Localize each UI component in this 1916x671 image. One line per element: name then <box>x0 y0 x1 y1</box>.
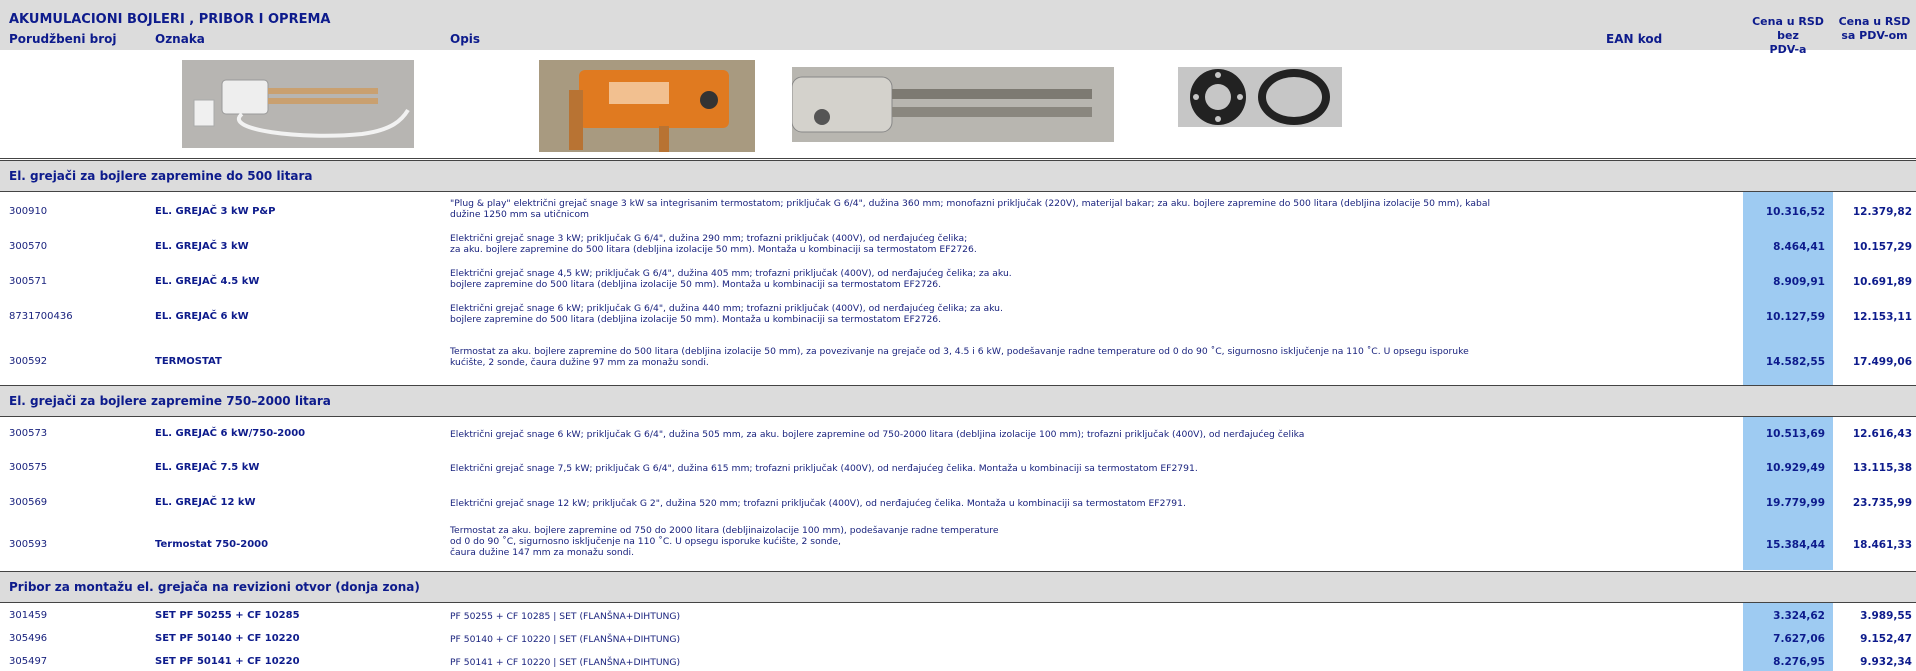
table-row: 300573 EL. GREJAČ 6 kW/750-2000 Električ… <box>0 425 1916 445</box>
order-number: 301459 <box>9 610 48 621</box>
section-header: Pribor za montažu el. grejača na revizio… <box>0 571 1916 603</box>
product-name: SET PF 50255 + CF 10285 <box>155 610 300 621</box>
price-net: 8.276,95 <box>1743 656 1833 668</box>
sheet-header: AKUMULACIONI BOJLERI , PRIBOR I OPREMA P… <box>0 0 1916 56</box>
price-gross: 3.989,55 <box>1860 610 1912 622</box>
order-number: 300570 <box>9 241 48 252</box>
product-name: SET PF 50141 + CF 10220 <box>155 656 300 667</box>
product-description: PF 50140 + CF 10220 | SET (FLANŠNA+DIHTU… <box>450 634 681 645</box>
column-description: Opis <box>450 32 481 46</box>
order-number: 305497 <box>9 656 48 667</box>
table-row: 300571 EL. GREJAČ 4.5 kW Električni grej… <box>0 268 1916 296</box>
product-description: Termostat za aku. bojlere zapremine do 5… <box>450 346 1469 368</box>
price-net: 10.316,52 <box>1743 206 1833 218</box>
column-price-net-line1: Cena u RSD bez <box>1752 15 1824 42</box>
price-gross: 17.499,06 <box>1852 356 1912 368</box>
gasket-set-image <box>1178 67 1342 127</box>
price-gross: 9.932,34 <box>1860 656 1912 668</box>
price-gross: 10.691,89 <box>1852 276 1912 288</box>
table-row: 305497 SET PF 50141 + CF 10220 PF 50141 … <box>0 655 1916 671</box>
price-gross: 12.153,11 <box>1852 311 1912 323</box>
table-row: 300592 TERMOSTAT Termostat za aku. bojle… <box>0 345 1916 379</box>
heating-rod-image <box>792 67 1114 142</box>
product-description: PF 50255 + CF 10285 | SET (FLANŠNA+DIHTU… <box>450 611 681 622</box>
column-price-gross-line2: sa PDV-om <box>1841 29 1908 42</box>
order-number: 300569 <box>9 497 48 508</box>
price-net: 15.384,44 <box>1743 539 1833 551</box>
price-net: 10.513,69 <box>1743 428 1833 440</box>
order-number: 305496 <box>9 633 48 644</box>
product-name: EL. GREJAČ 12 kW <box>155 497 256 508</box>
column-ean: EAN kod <box>1606 32 1663 46</box>
product-description: Termostat za aku. bojlere zapremine od 7… <box>450 525 999 558</box>
price-net: 3.324,62 <box>1743 610 1833 622</box>
column-price-gross: Cena u RSD sa PDV-om <box>1833 15 1916 43</box>
product-name: EL. GREJAČ 6 kW/750-2000 <box>155 428 306 439</box>
order-number: 300910 <box>9 206 48 217</box>
price-gross: 18.461,33 <box>1852 539 1912 551</box>
product-name: Termostat 750-2000 <box>155 539 269 550</box>
price-net: 7.627,06 <box>1743 633 1833 645</box>
table-row: 300569 EL. GREJAČ 12 kW Električni greja… <box>0 494 1916 514</box>
product-name: EL. GREJAČ 6 kW <box>155 311 249 322</box>
product-image-row <box>0 50 1916 159</box>
order-number: 300575 <box>9 462 48 473</box>
price-net: 8.464,41 <box>1743 241 1833 253</box>
column-label: Oznaka <box>155 32 205 46</box>
product-name: EL. GREJAČ 4.5 kW <box>155 276 260 287</box>
product-name: EL. GREJAČ 3 kW P&P <box>155 206 276 217</box>
order-number: 300571 <box>9 276 48 287</box>
price-gross: 9.152,47 <box>1860 633 1912 645</box>
price-net: 19.779,99 <box>1743 497 1833 509</box>
product-name: SET PF 50140 + CF 10220 <box>155 633 300 644</box>
price-net: 8.909,91 <box>1743 276 1833 288</box>
table-row: 300575 EL. GREJAČ 7.5 kW Električni grej… <box>0 459 1916 479</box>
product-name: EL. GREJAČ 7.5 kW <box>155 462 260 473</box>
column-price-gross-line1: Cena u RSD <box>1838 15 1911 28</box>
product-description: PF 50141 + CF 10220 | SET (FLANŠNA+DIHTU… <box>450 657 681 668</box>
product-description: Električni grejač snage 12 kW; priključa… <box>450 498 1186 509</box>
product-description: Električni grejač snage 3 kW; priključak… <box>450 233 977 255</box>
order-number: 300592 <box>9 356 48 367</box>
price-gross: 12.616,43 <box>1852 428 1912 440</box>
price-gross: 12.379,82 <box>1852 206 1912 218</box>
section-header: El. grejači za bojlere zapremine 750–200… <box>0 385 1916 417</box>
product-description: Električni grejač snage 7,5 kW; priključ… <box>450 463 1198 474</box>
order-number: 8731700436 <box>9 311 73 322</box>
product-description: Električni grejač snage 6 kW; priključak… <box>450 429 1305 440</box>
table-row: 301459 SET PF 50255 + CF 10285 PF 50255 … <box>0 609 1916 625</box>
table-row: 300570 EL. GREJAČ 3 kW Električni grejač… <box>0 233 1916 261</box>
price-net: 10.929,49 <box>1743 462 1833 474</box>
table-row: 300910 EL. GREJAČ 3 kW P&P "Plug & play"… <box>0 198 1916 226</box>
thermostat-image <box>539 60 755 152</box>
heater-plug-play-image <box>182 60 414 148</box>
product-description: "Plug & play" električni grejač snage 3 … <box>450 198 1490 220</box>
price-net: 14.582,55 <box>1743 356 1833 368</box>
section-header: El. grejači za bojlere zapremine do 500 … <box>0 160 1916 192</box>
price-gross: 13.115,38 <box>1852 462 1912 474</box>
sheet-title: AKUMULACIONI BOJLERI , PRIBOR I OPREMA <box>9 12 331 27</box>
price-gross: 10.157,29 <box>1852 241 1912 253</box>
section-title: El. grejači za bojlere zapremine do 500 … <box>9 169 313 183</box>
product-description: Električni grejač snage 4,5 kW; priključ… <box>450 268 1012 290</box>
order-number: 300573 <box>9 428 48 439</box>
product-description: Električni grejač snage 6 kW; priključak… <box>450 303 1003 325</box>
column-order-number: Porudžbeni broj <box>9 32 117 46</box>
table-row: 8731700436 EL. GREJAČ 6 kW Električni gr… <box>0 303 1916 331</box>
price-net: 10.127,59 <box>1743 311 1833 323</box>
table-row: 300593 Termostat 750-2000 Termostat za a… <box>0 525 1916 565</box>
table-row: 305496 SET PF 50140 + CF 10220 PF 50140 … <box>0 632 1916 648</box>
product-name: TERMOSTAT <box>155 356 222 367</box>
product-name: EL. GREJAČ 3 kW <box>155 241 249 252</box>
price-list-sheet: AKUMULACIONI BOJLERI , PRIBOR I OPREMA P… <box>0 0 1916 671</box>
section-title: Pribor za montažu el. grejača na revizio… <box>9 580 420 594</box>
section-title: El. grejači za bojlere zapremine 750–200… <box>9 394 331 408</box>
price-gross: 23.735,99 <box>1852 497 1912 509</box>
order-number: 300593 <box>9 539 48 550</box>
